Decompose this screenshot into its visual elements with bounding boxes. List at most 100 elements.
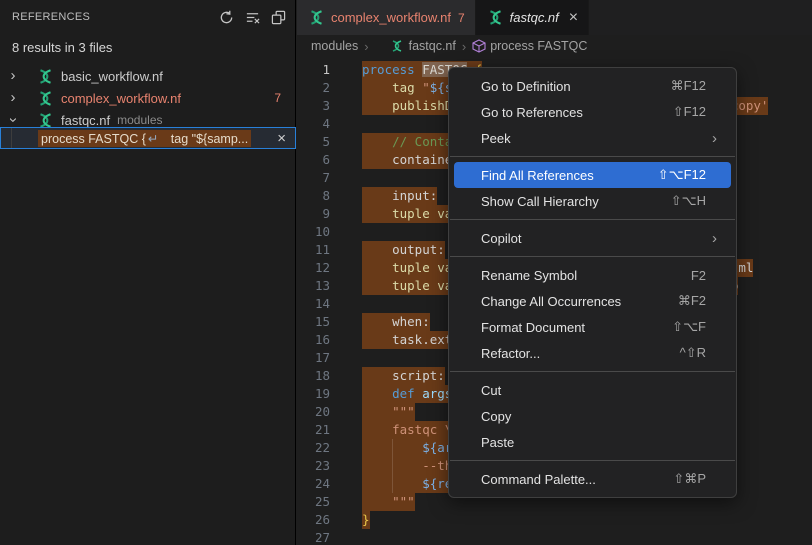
menu-item-label: Go to References: [481, 105, 673, 120]
menu-item-shortcut: ^⇧R: [680, 345, 706, 361]
menu-item-shortcut: F2: [691, 268, 706, 283]
chevron-right-icon[interactable]: ›: [4, 65, 22, 87]
reference-snippet: process FASTQC {↵ tag "${samp...: [38, 130, 251, 147]
references-toolbar: [218, 9, 287, 26]
line-content: when:: [362, 313, 430, 331]
line-number: 8: [297, 187, 330, 205]
menu-item-peek[interactable]: Peek›: [454, 125, 731, 151]
nextflow-file-icon: [486, 10, 505, 25]
menu-separator: [450, 460, 735, 461]
tab-fastqc[interactable]: fastqc.nf ×: [476, 0, 589, 35]
line-number: 4: [297, 115, 330, 133]
menu-item-label: Cut: [481, 383, 719, 398]
menu-item-shortcut: ⇧⌥H: [671, 193, 706, 209]
reference-result-item[interactable]: process FASTQC {↵ tag "${samp... ×: [0, 127, 296, 149]
code-line-27: 27: [297, 529, 812, 545]
menu-item-shortcut: ⇧⌥F12: [658, 167, 706, 183]
menu-item-shortcut: ⇧⌥F: [672, 319, 706, 335]
line-number: 9: [297, 205, 330, 223]
breadcrumb-separator: ›: [462, 39, 466, 54]
vscode-window: REFERENCES 8 results in 3 files ›basic_w…: [0, 0, 812, 545]
line-number: 17: [297, 349, 330, 367]
menu-item-find-all-references[interactable]: Find All References⇧⌥F12: [454, 162, 731, 188]
references-title: REFERENCES: [12, 11, 218, 23]
file-name: fastqc.nf: [61, 113, 110, 128]
breadcrumb-label: modules: [311, 39, 358, 53]
line-number: 14: [297, 295, 330, 313]
line-content: script:: [362, 367, 445, 385]
line-number: 1: [297, 61, 330, 79]
file-result-basic-workflow-nf[interactable]: ›basic_workflow.nf: [0, 65, 295, 87]
menu-item-command-palette[interactable]: Command Palette...⇧⌘P: [454, 466, 731, 492]
result-count-badge: 7: [274, 91, 281, 105]
line-content: output:: [362, 241, 445, 259]
breadcrumb-modules[interactable]: modules: [311, 39, 358, 53]
line-number: 12: [297, 259, 330, 277]
breadcrumb-label: fastqc.nf: [409, 39, 456, 53]
menu-item-shortcut: ⇧F12: [673, 104, 706, 120]
menu-item-show-call-hierarchy[interactable]: Show Call Hierarchy⇧⌥H: [454, 188, 731, 214]
line-content: """: [362, 493, 415, 511]
breadcrumb-separator: ›: [364, 39, 368, 54]
dismiss-result-icon[interactable]: ×: [277, 131, 286, 146]
tab-label: complex_workflow.nf: [331, 10, 451, 25]
breadcrumb-file[interactable]: fastqc.nf: [375, 39, 456, 53]
line-number: 3: [297, 97, 330, 115]
line-number: 5: [297, 133, 330, 151]
line-number: 15: [297, 313, 330, 331]
nextflow-file-icon: [36, 113, 55, 128]
breadcrumb-symbol[interactable]: process FASTQC: [472, 39, 587, 53]
menu-item-go-to-references[interactable]: Go to References⇧F12: [454, 99, 731, 125]
line-number: 23: [297, 457, 330, 475]
line-number: 16: [297, 331, 330, 349]
menu-item-shortcut: ⌘F12: [671, 78, 706, 94]
tab-close-icon[interactable]: ×: [569, 10, 578, 26]
menu-item-label: Find All References: [481, 168, 658, 183]
menu-item-go-to-definition[interactable]: Go to Definition⌘F12: [454, 73, 731, 99]
chevron-right-icon[interactable]: ›: [4, 87, 22, 109]
menu-item-refactor[interactable]: Refactor...^⇧R: [454, 340, 731, 366]
clear-all-icon[interactable]: [244, 9, 261, 26]
return-symbol: ↵: [146, 132, 160, 146]
menu-item-label: Peek: [481, 131, 712, 146]
line-number: 26: [297, 511, 330, 529]
file-result-complex-workflow-nf[interactable]: ›complex_workflow.nf7: [0, 87, 295, 109]
menu-item-format-document[interactable]: Format Document⇧⌥F: [454, 314, 731, 340]
menu-item-label: Format Document: [481, 320, 672, 335]
menu-item-label: Copilot: [481, 231, 712, 246]
symbol-module-cube-icon: [472, 39, 486, 53]
refresh-icon[interactable]: [218, 9, 235, 26]
collapse-all-icon[interactable]: [270, 9, 287, 26]
menu-item-rename-symbol[interactable]: Rename SymbolF2: [454, 262, 731, 288]
line-content: fastqc \: [362, 421, 452, 439]
line-content: input:: [362, 187, 437, 205]
menu-item-label: Change All Occurrences: [481, 294, 678, 309]
menu-item-cut[interactable]: Cut: [454, 377, 731, 403]
snippet-ellipsis: ...: [238, 132, 248, 146]
menu-item-paste[interactable]: Paste: [454, 429, 731, 455]
line-content: }: [362, 511, 370, 529]
menu-item-change-all-occurrences[interactable]: Change All Occurrences⌘F2: [454, 288, 731, 314]
menu-item-label: Rename Symbol: [481, 268, 691, 283]
breadcrumb: modules › fastqc.nf › process FASTQC: [297, 35, 812, 57]
results-file-tree: ›basic_workflow.nf›complex_workflow.nf7›…: [0, 65, 295, 131]
nextflow-file-icon: [36, 91, 55, 106]
menu-item-label: Show Call Hierarchy: [481, 194, 671, 209]
tab-complex-workflow[interactable]: complex_workflow.nf 7: [297, 0, 476, 35]
code-line-26: 26}: [297, 511, 812, 529]
menu-item-copilot[interactable]: Copilot›: [454, 225, 731, 251]
line-number: 7: [297, 169, 330, 187]
nextflow-file-icon: [307, 10, 326, 25]
menu-item-copy[interactable]: Copy: [454, 403, 731, 429]
menu-item-shortcut: ⇧⌘P: [673, 471, 706, 487]
line-number: 21: [297, 421, 330, 439]
menu-separator: [450, 256, 735, 257]
results-summary: 8 results in 3 files: [0, 34, 295, 65]
editor-context-menu: Go to Definition⌘F12Go to References⇧F12…: [448, 67, 737, 498]
line-number: 27: [297, 529, 330, 545]
menu-separator: [450, 156, 735, 157]
nextflow-file-icon: [389, 40, 405, 52]
submenu-chevron-icon: ›: [712, 230, 717, 247]
line-number: 18: [297, 367, 330, 385]
menu-item-label: Refactor...: [481, 346, 680, 361]
